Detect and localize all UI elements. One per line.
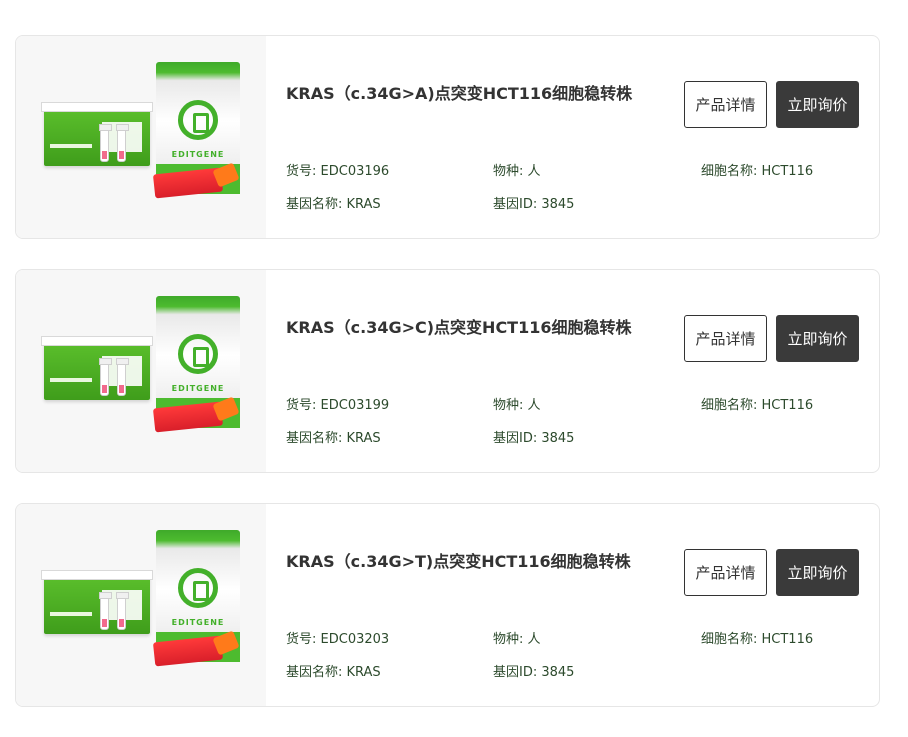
product-gene-id: 基因ID: 3845: [493, 197, 575, 212]
tube-graphic: [99, 124, 112, 162]
kit-box-graphic: [41, 336, 153, 400]
product-gene-id: 基因ID: 3845: [493, 665, 575, 680]
product-info: KRAS（c.34G>T)点突变HCT116细胞稳转株 产品详情 立即询价 货号…: [286, 504, 879, 706]
inquire-button[interactable]: 立即询价: [776, 81, 859, 128]
inquire-button[interactable]: 立即询价: [776, 549, 859, 596]
inquire-button[interactable]: 立即询价: [776, 315, 859, 362]
product-species: 物种: 人: [493, 632, 541, 647]
product-gene-id: 基因ID: 3845: [493, 431, 575, 446]
kit-box-graphic: [41, 570, 153, 634]
product-cell-name: 细胞名称: HCT116: [701, 632, 814, 647]
product-sku: 货号: EDC03196: [286, 164, 390, 179]
product-sku: 货号: EDC03199: [286, 398, 390, 413]
product-card: EDITGENE KRAS（c.34G>T)点突变HCT116细胞稳转株 产品详…: [15, 503, 880, 707]
dna-logo-icon: [178, 100, 218, 140]
product-gene-name: 基因名称: KRAS: [286, 431, 381, 446]
tube-graphic: [99, 358, 112, 396]
product-cell-name: 细胞名称: HCT116: [701, 398, 814, 413]
product-gene-name: 基因名称: KRAS: [286, 665, 381, 680]
tube-graphic: [116, 592, 129, 630]
product-species: 物种: 人: [493, 164, 541, 179]
product-card: EDITGENE KRAS（c.34G>A)点突变HCT116细胞稳转株 产品详…: [15, 35, 880, 239]
brand-logo-text: EDITGENE: [171, 384, 225, 393]
product-sku: 货号: EDC03203: [286, 632, 390, 647]
product-cell-name: 细胞名称: HCT116: [701, 164, 814, 179]
product-image[interactable]: EDITGENE: [16, 504, 266, 706]
kit-box-graphic: [41, 102, 153, 166]
tube-graphic: [99, 592, 112, 630]
dna-logo-icon: [178, 334, 218, 374]
tube-graphic: [116, 358, 129, 396]
product-card: EDITGENE KRAS（c.34G>C)点突变HCT116细胞稳转株 产品详…: [15, 269, 880, 473]
product-title[interactable]: KRAS（c.34G>C)点突变HCT116细胞稳转株: [286, 314, 632, 338]
product-image[interactable]: EDITGENE: [16, 36, 266, 238]
product-info: KRAS（c.34G>A)点突变HCT116细胞稳转株 产品详情 立即询价 货号…: [286, 36, 879, 238]
brand-logo-text: EDITGENE: [171, 150, 225, 159]
brand-logo-text: EDITGENE: [171, 618, 225, 627]
product-gene-name: 基因名称: KRAS: [286, 197, 381, 212]
product-detail-button[interactable]: 产品详情: [684, 315, 767, 362]
product-list: EDITGENE KRAS（c.34G>A)点突变HCT116细胞稳转株 产品详…: [15, 35, 880, 737]
tube-graphic: [116, 124, 129, 162]
product-species: 物种: 人: [493, 398, 541, 413]
product-detail-button[interactable]: 产品详情: [684, 549, 767, 596]
product-image[interactable]: EDITGENE: [16, 270, 266, 472]
dna-logo-icon: [178, 568, 218, 608]
product-title[interactable]: KRAS（c.34G>T)点突变HCT116细胞稳转株: [286, 548, 631, 572]
product-title[interactable]: KRAS（c.34G>A)点突变HCT116细胞稳转株: [286, 80, 632, 104]
product-info: KRAS（c.34G>C)点突变HCT116细胞稳转株 产品详情 立即询价 货号…: [286, 270, 879, 472]
product-detail-button[interactable]: 产品详情: [684, 81, 767, 128]
